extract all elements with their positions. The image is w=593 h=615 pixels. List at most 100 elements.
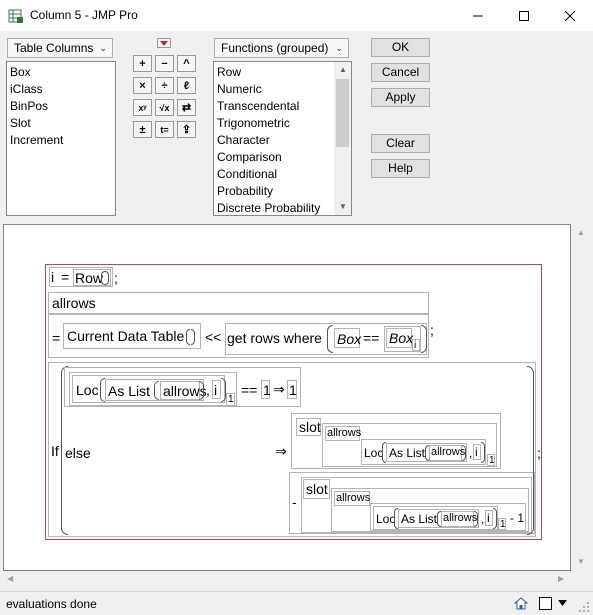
slot-ref[interactable]: slot — [296, 418, 321, 436]
table-columns-list[interactable]: Box iClass BinPos Slot Increment — [6, 61, 116, 216]
allrows-assignment[interactable]: allrows — [48, 292, 429, 314]
close-button[interactable] — [547, 0, 593, 31]
list-item[interactable]: Conditional — [214, 166, 351, 183]
else-expression[interactable]: - slot allrows Loc As List allrows , i 1… — [289, 472, 535, 534]
formula-editor-panel[interactable]: i = Row ; allrows = Current Data Table <… — [3, 224, 571, 571]
minimize-button[interactable] — [455, 0, 501, 31]
allrows-ref[interactable]: allrows — [160, 381, 207, 400]
formula-horizontal-scrollbar[interactable]: ◀ ▶ — [3, 571, 571, 588]
list-item[interactable]: Discrete Probability — [214, 200, 351, 215]
window-icon[interactable] — [539, 597, 552, 610]
dropdown-arrow-icon[interactable] — [558, 600, 567, 606]
close-paren — [421, 325, 427, 353]
box-column-ref-2[interactable]: Box — [386, 328, 413, 348]
subscript-1[interactable]: 1 — [226, 393, 235, 406]
allrows-var[interactable]: allrows — [52, 295, 96, 311]
resize-grip-icon[interactable] — [578, 601, 590, 613]
swap-icon[interactable]: ⇄ — [177, 99, 196, 116]
current-data-table-function[interactable]: Current Data Table — [63, 323, 201, 349]
box-column-ref[interactable]: Box — [334, 328, 361, 348]
slot-subscript[interactable]: slot allrows Loc As List allrows , i 1 -… — [301, 477, 532, 533]
scroll-left-icon[interactable]: ◀ — [7, 574, 13, 583]
as-list-function[interactable]: As List allrows — [386, 443, 467, 462]
list-item[interactable]: Transcendental — [214, 98, 351, 115]
scroll-right-icon[interactable]: ▶ — [558, 574, 564, 583]
result-1[interactable]: 1 — [287, 380, 297, 399]
functions-scrollbar[interactable]: ▲ ▼ — [334, 62, 351, 215]
assign-icon[interactable]: t= — [155, 121, 174, 138]
scroll-up-icon[interactable]: ▲ — [339, 65, 347, 74]
minus-icon[interactable]: − — [155, 55, 174, 72]
list-item[interactable]: Probability — [214, 183, 351, 200]
allrows-ref[interactable]: allrows — [429, 445, 465, 461]
allrows-ref[interactable]: allrows — [325, 426, 361, 441]
list-item[interactable]: Comparison — [214, 149, 351, 166]
home-icon[interactable] — [514, 597, 528, 610]
assignment-i[interactable]: i = Row — [49, 267, 113, 287]
scroll-down-icon[interactable]: ▼ — [577, 557, 585, 566]
functions-list[interactable]: Row Numeric Transcendental Trigonometric… — [213, 61, 352, 216]
cancel-button[interactable]: Cancel — [371, 63, 430, 82]
functions-dropdown[interactable]: Functions (grouped) ⌄ — [214, 38, 349, 58]
ok-button[interactable]: OK — [371, 38, 430, 57]
row-function[interactable]: Row — [73, 269, 111, 286]
loc-function[interactable]: Loc As List allrows , i — [373, 506, 498, 530]
window-title: Column 5 - JMP Pro — [30, 8, 138, 22]
if-condition[interactable]: Loc As List allrows , i 1 == 1 ⇒ 1 — [64, 367, 301, 407]
get-rows-where-label: get rows where — [227, 330, 322, 346]
loc-function[interactable]: Loc As List allrows , i — [72, 375, 226, 403]
subscript-1[interactable]: 1 — [498, 518, 506, 530]
allrows-ref[interactable]: allrows — [441, 511, 477, 527]
scrollbar-thumb[interactable] — [336, 79, 349, 147]
subscript-i[interactable]: i — [412, 339, 420, 351]
multiply-icon[interactable]: × — [133, 77, 152, 94]
root-icon[interactable]: √x — [155, 99, 174, 116]
list-item[interactable]: Box — [7, 64, 115, 81]
loc-function[interactable]: Loc As List allrows , i — [361, 439, 486, 465]
if-statement[interactable]: If Loc As List allrows , i 1 == 1 ⇒ 1 sl… — [48, 362, 536, 537]
list-item[interactable]: Increment — [7, 132, 115, 149]
apply-button[interactable]: Apply — [371, 88, 430, 107]
box-subscript[interactable]: Box i — [384, 326, 421, 352]
clear-button[interactable]: Clear — [371, 134, 430, 153]
i-ref[interactable]: i — [473, 444, 481, 460]
get-rows-where-function[interactable]: get rows where Box == Box i — [225, 323, 427, 355]
list-item[interactable]: Trigonometric — [214, 115, 351, 132]
local-icon[interactable]: ℓ — [177, 77, 196, 94]
i-ref[interactable]: i — [485, 510, 493, 526]
list-item[interactable]: Row — [214, 64, 351, 81]
literal-1[interactable]: 1 — [261, 380, 271, 399]
slot-ref[interactable]: slot — [303, 479, 330, 499]
subscript-expression[interactable]: Loc As List allrows , i 1 — [69, 372, 237, 406]
maximize-button[interactable] — [501, 0, 547, 31]
formula-vertical-scrollbar[interactable]: ▲ ▼ — [571, 224, 590, 571]
subscript-1[interactable]: 1 — [487, 454, 495, 466]
list-item[interactable]: Character — [214, 132, 351, 149]
subtraction[interactable]: Loc As List allrows , i 1 - 1 — [370, 503, 526, 531]
list-item[interactable]: iClass — [7, 81, 115, 98]
help-button[interactable]: Help — [371, 159, 430, 178]
red-triangle-icon[interactable] — [157, 38, 171, 48]
power-icon[interactable]: xʸ — [133, 99, 152, 116]
scroll-down-icon[interactable]: ▼ — [339, 202, 347, 211]
as-list-function[interactable]: As List allrows — [105, 379, 207, 401]
table-columns-dropdown[interactable]: Table Columns ⌄ — [7, 38, 113, 58]
i-ref[interactable]: i — [212, 380, 221, 399]
peel-icon[interactable]: ⇪ — [177, 121, 196, 138]
allrows-ref[interactable]: allrows — [334, 491, 370, 506]
then-expression[interactable]: slot allrows Loc As List allrows , i 1 — [291, 413, 501, 469]
scroll-up-icon[interactable]: ▲ — [577, 228, 585, 237]
list-item[interactable]: Slot — [7, 115, 115, 132]
plus-icon[interactable]: + — [133, 55, 152, 72]
as-list-function[interactable]: As List allrows — [398, 509, 479, 528]
caret-icon[interactable]: ^ — [177, 55, 196, 72]
allrows-value[interactable]: = Current Data Table << get rows where B… — [48, 314, 429, 358]
var-i[interactable]: i — [51, 269, 54, 285]
list-item[interactable]: BinPos — [7, 98, 115, 115]
plusminus-icon[interactable]: ± — [133, 121, 152, 138]
allrows-subscript[interactable]: allrows Loc As List allrows , i 1 - 1 — [331, 488, 529, 532]
equality-operator: == — [241, 382, 258, 398]
divide-icon[interactable]: ÷ — [155, 77, 174, 94]
list-item[interactable]: Numeric — [214, 81, 351, 98]
allrows-subscript[interactable]: allrows Loc As List allrows , i 1 — [322, 423, 497, 467]
